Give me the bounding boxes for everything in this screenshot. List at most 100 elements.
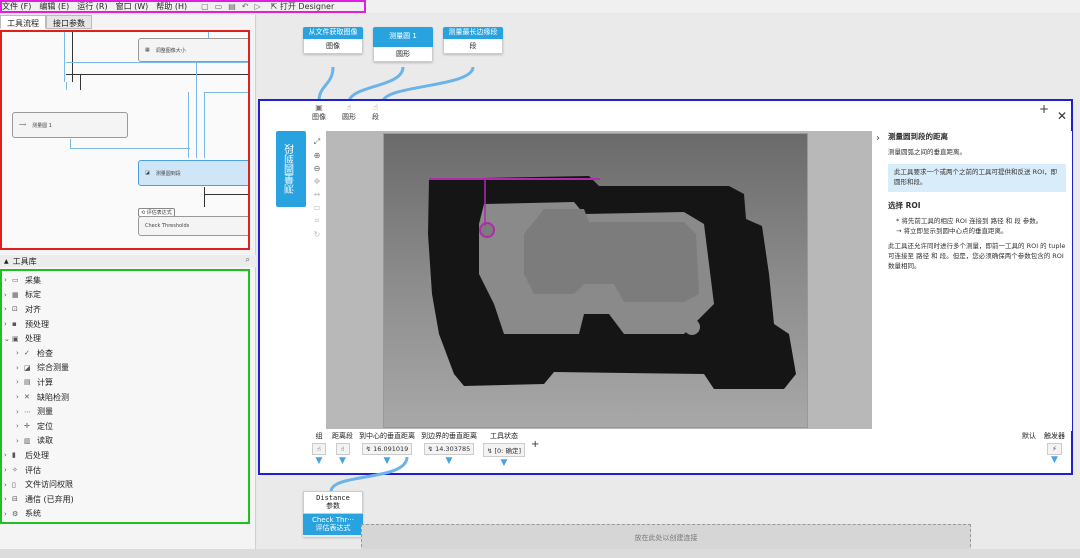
menu-run[interactable]: 运行 (R) xyxy=(77,1,107,12)
left-panel: 工具流程 接口参数 ▦ 调整图像大小 ⟹ 测量圆 1 ◪ 测量圆到段 ⟲ 评估表… xyxy=(0,15,256,558)
menu-edit[interactable]: 编辑 (E) xyxy=(39,1,69,12)
open-file-icon[interactable]: ▭ xyxy=(215,2,223,11)
flow-connector xyxy=(204,187,205,207)
input-ports: ▣ 图像 ☝ 圆形 ☝ 段 xyxy=(312,103,379,122)
toolbox-item-count[interactable]: › ▤ 计算 xyxy=(4,375,248,390)
pan-icon[interactable]: ✥ xyxy=(314,177,321,186)
toolbox-item-calibrate[interactable]: › ▦ 标定 xyxy=(4,288,248,303)
toolbox-item-acquire[interactable]: › ▭ 采集 xyxy=(4,273,248,288)
transform-icon[interactable]: ⌗ xyxy=(315,216,320,226)
camera-icon: ▭ xyxy=(12,276,19,285)
run-icon[interactable]: ▷ xyxy=(254,2,260,11)
toolbox-item-align[interactable]: › ⊡ 对齐 xyxy=(4,302,248,317)
fit-icon[interactable]: ⤢ xyxy=(314,137,320,147)
tool-name-tab[interactable]: 测量圆到段 xyxy=(276,131,306,207)
hole-large xyxy=(684,319,700,335)
toolbox-item-process[interactable]: ⌄ ▣ 处理 xyxy=(4,331,248,346)
image-viewer[interactable] xyxy=(326,131,873,429)
measure-icon: ⟹ xyxy=(19,122,27,128)
flow-connector xyxy=(204,194,248,195)
evaluate-node-name: Check Thr··· xyxy=(311,515,355,524)
trigger-default[interactable]: 默认 xyxy=(1022,431,1036,465)
chevron-down-icon: ▼ xyxy=(1051,455,1058,465)
zoom-out-icon[interactable]: ⊖ xyxy=(314,164,321,173)
menu-file[interactable]: 文件 (F) xyxy=(2,1,31,12)
flow-node-resize-image[interactable]: ▦ 调整图像大小 xyxy=(138,38,248,62)
trigger-port[interactable]: 触发器 ⚡ ▼ xyxy=(1044,431,1065,465)
evaluate-node-type: 评估表达式 xyxy=(315,524,351,533)
measure-tool-icon: ◪ xyxy=(24,363,31,372)
toolbox-item-file-access[interactable]: › ▯ 文件访问权限 xyxy=(4,477,248,492)
ruler-icon: ⋯ xyxy=(24,407,31,416)
flow-connector xyxy=(204,92,205,158)
toolbox-list: › ▭ 采集 › ▦ 标定 › ⊡ 对齐 › ▪ 预处理 ⌄ ▣ 处理 › ✓ 检查 › ◪ 综合测量 › ▤… xyxy=(0,269,250,524)
save-icon[interactable]: ▤ xyxy=(228,2,236,11)
connection-drop-zone[interactable]: 放在此处以创建连接 xyxy=(361,524,971,552)
search-icon[interactable]: ⌕ xyxy=(246,255,250,265)
hole-small-2 xyxy=(671,311,677,317)
add-output-button[interactable]: + xyxy=(531,439,539,450)
status-bar xyxy=(0,549,1080,558)
output-value: 16.091019 xyxy=(373,445,409,453)
toolbox-item-check[interactable]: › ✓ 检查 xyxy=(4,346,248,361)
add-icon[interactable]: + xyxy=(1039,102,1049,116)
hand-icon: ☝ xyxy=(335,443,350,455)
flow-node-circle-to-segment[interactable]: ◪ 测量圆到段 xyxy=(138,160,248,186)
toolbox-item-locate[interactable]: › ✛ 定位 xyxy=(4,419,248,434)
connection-to-evaluate xyxy=(329,456,409,492)
system-icon: ⚙ xyxy=(12,509,19,518)
rectangle-icon[interactable]: ▭ xyxy=(313,203,321,212)
process-icon: ▣ xyxy=(12,334,19,343)
collapse-icon: ▲ xyxy=(4,257,9,265)
flow-node-measure-circle[interactable]: ⟹ 测量圆 1 xyxy=(12,112,128,138)
part-image xyxy=(428,176,796,389)
evaluate-node[interactable]: Distance 参数 Check Thr··· 评估表达式 xyxy=(303,491,363,537)
toolbox-item-system[interactable]: › ⚙ 系统 xyxy=(4,507,248,522)
image-toolbar: ⤢ ⊕ ⊖ ✥ ↔ ▭ ⌗ ↻ xyxy=(310,137,324,239)
menu-window[interactable]: 窗口 (W) xyxy=(116,1,149,12)
input-port-segment[interactable]: ☝ 段 xyxy=(372,103,379,122)
menu-help[interactable]: 帮助 (H) xyxy=(156,1,187,12)
tab-interface-params[interactable]: 接口参数 xyxy=(46,15,92,29)
help-section-title: 选择 ROI xyxy=(888,200,921,210)
toolbox-item-postprocess[interactable]: › ▮ 后处理 xyxy=(4,448,248,463)
help-paragraph: 此工具还允许同时进行多个测量，即前一工具的 ROI 的 tuple 可连接至 路… xyxy=(888,242,1066,270)
connection-image xyxy=(317,66,335,102)
connection-circle xyxy=(347,66,405,102)
grid-icon: ▦ xyxy=(145,47,150,53)
network-icon: ⊟ xyxy=(12,495,18,504)
open-designer-button[interactable]: ⇱ 打开 Designer xyxy=(271,1,335,12)
defect-icon: ✕ xyxy=(24,393,30,402)
output-port-tool-state[interactable]: 工具状态 ↯ [0: 确定] ▼ xyxy=(483,431,525,468)
flow-connector xyxy=(80,74,81,90)
hand-icon: ☝ xyxy=(346,103,352,112)
undo-icon[interactable]: ↶ xyxy=(242,2,249,11)
toolbox-item-evaluate[interactable]: › ✧ 评估 xyxy=(4,463,248,478)
input-port-image[interactable]: ▣ 图像 xyxy=(312,103,326,122)
flow-connector xyxy=(196,62,197,158)
flow-node-check-thresholds[interactable]: Check Thresholds xyxy=(138,216,248,236)
chevron-right-icon[interactable]: › xyxy=(876,131,880,146)
postprocess-icon: ▮ xyxy=(12,451,16,460)
tab-tool-flow[interactable]: 工具流程 xyxy=(0,15,46,29)
new-file-icon[interactable]: ▢ xyxy=(201,2,209,11)
chevron-down-icon: ▼ xyxy=(500,458,508,468)
zoom-in-icon[interactable]: ⊕ xyxy=(314,151,321,160)
output-value: 14.303785 xyxy=(435,445,471,453)
toolbox-item-read[interactable]: › ▥ 读取 xyxy=(4,434,248,449)
measure-icon[interactable]: ↔ xyxy=(314,190,321,199)
toolbox-item-composite-measure[interactable]: › ◪ 综合测量 xyxy=(4,361,248,376)
close-icon[interactable]: ✕ xyxy=(1057,109,1067,123)
inspection-image[interactable] xyxy=(383,133,808,428)
reset-icon[interactable]: ↻ xyxy=(314,230,321,239)
toolbox-item-measure[interactable]: › ⋯ 测量 xyxy=(4,404,248,419)
output-value: [0: 确定] xyxy=(494,447,521,455)
input-port-circle[interactable]: ☝ 圆形 xyxy=(342,103,356,122)
tool-canvas: 从文件获取图像 图像 测量圆 1 圆形 测量最长边缘段 段 ▣ 图像 ☝ 圆形 ☝ 段… xyxy=(257,15,1080,558)
toolbox-item-communication[interactable]: › ⊟ 通信 (已弃用) xyxy=(4,492,248,507)
toolbox-header[interactable]: ▲ 工具库 ⌕ xyxy=(0,255,256,267)
evaluate-icon: ✧ xyxy=(12,466,18,475)
toolbox-item-defect[interactable]: › ✕ 缺陷检测 xyxy=(4,390,248,405)
toolbox-item-preprocess[interactable]: › ▪ 预处理 xyxy=(4,317,248,332)
trigger-ports: 默认 触发器 ⚡ ▼ xyxy=(1022,431,1065,465)
